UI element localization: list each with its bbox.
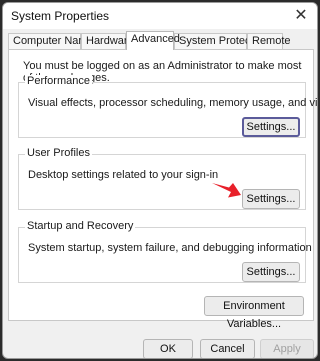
user-profiles-group-title: User Profiles xyxy=(25,147,92,159)
environment-variables-button[interactable]: Environment Variables... xyxy=(204,296,304,330)
tab-computer-name[interactable]: Computer Name xyxy=(8,33,94,49)
performance-description: Visual effects, processor scheduling, me… xyxy=(28,97,318,109)
performance-settings-button[interactable]: Settings... xyxy=(242,117,300,137)
red-arrow-pointer-icon xyxy=(212,183,241,198)
tab-hardware[interactable]: Hardware xyxy=(81,33,134,49)
title-bar: System Properties ✕ xyxy=(3,3,317,29)
tab-advanced[interactable]: Advanced xyxy=(126,31,180,50)
startup-recovery-group: Startup and Recovery System startup, sys… xyxy=(18,220,312,283)
tab-strip: Computer Name Hardware Advanced System P… xyxy=(8,31,314,50)
tab-system-protection[interactable]: System Protection xyxy=(174,33,268,49)
apply-button[interactable]: Apply xyxy=(260,339,314,358)
performance-group: Performance Visual effects, processor sc… xyxy=(18,75,317,138)
tab-remote[interactable]: Remote xyxy=(247,33,291,49)
startup-recovery-description: System startup, system failure, and debu… xyxy=(28,242,312,254)
cancel-button[interactable]: Cancel xyxy=(200,339,255,358)
advanced-tab-panel: You must be logged on as an Administrato… xyxy=(8,49,317,330)
user-profiles-group: User Profiles Desktop settings related t… xyxy=(18,147,306,210)
window-title: System Properties xyxy=(11,9,110,23)
user-profiles-settings-button[interactable]: Settings... xyxy=(242,189,300,209)
user-profiles-description: Desktop settings related to your sign-in xyxy=(28,169,219,181)
close-icon[interactable]: ✕ xyxy=(285,3,317,29)
startup-recovery-group-title: Startup and Recovery xyxy=(25,220,136,232)
startup-recovery-settings-button[interactable]: Settings... xyxy=(242,262,300,282)
performance-group-title: Performance xyxy=(25,75,92,87)
ok-button[interactable]: OK xyxy=(143,339,193,358)
system-properties-window: System Properties ✕ Computer Name Hardwa… xyxy=(2,2,318,359)
